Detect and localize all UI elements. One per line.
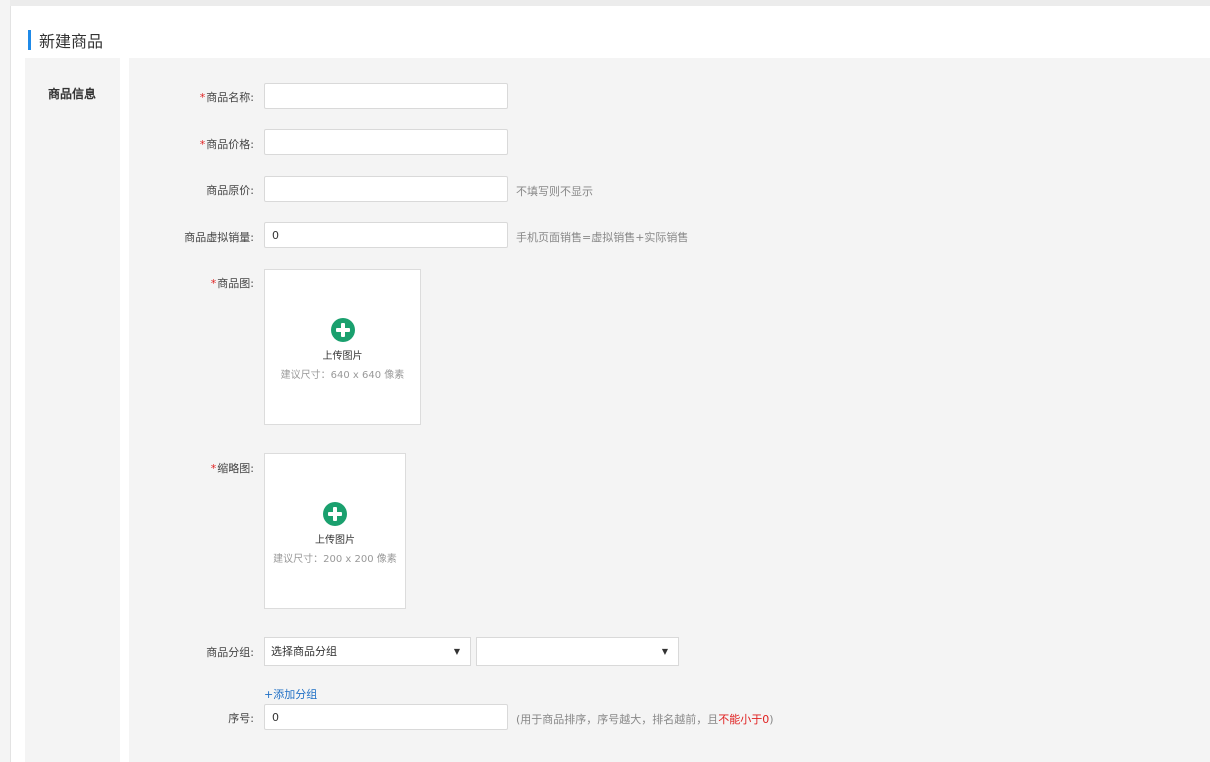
required-marker: * <box>199 91 206 104</box>
chevron-down-icon: ▼ <box>661 647 668 656</box>
thumbnail-label: *缩略图: <box>129 460 254 476</box>
required-marker: * <box>199 138 206 151</box>
page-title: 新建商品 <box>39 32 104 51</box>
subgroup-select[interactable]: ▼ <box>476 637 679 666</box>
upload-text: 上传图片 <box>322 351 363 362</box>
upload-size-hint: 建议尺寸：640 x 640 像素 <box>280 370 405 381</box>
thumbnail-upload[interactable]: 上传图片 建议尺寸：200 x 200 像素 <box>264 453 406 609</box>
upload-text: 上传图片 <box>315 535 355 546</box>
original-price-hint: 不填写则不显示 <box>516 185 593 198</box>
group-select-value: 选择商品分组 <box>271 645 337 658</box>
virtual-sales-input[interactable] <box>264 222 508 248</box>
product-name-input[interactable] <box>264 83 508 109</box>
add-circle-icon <box>323 502 347 526</box>
section-sidebar: 商品信息 <box>25 58 120 762</box>
price-label-text: 商品价格: <box>206 138 254 151</box>
upload-size-hint: 建议尺寸：200 x 200 像素 <box>273 554 397 565</box>
add-group-link[interactable]: +添加分组 <box>264 686 317 702</box>
virtual-sales-hint: 手机页面销售=虚拟销售+实际销售 <box>516 231 689 244</box>
required-marker: * <box>210 462 217 475</box>
image-label-text: 商品图: <box>217 277 254 290</box>
order-hint-prefix: (用于商品排序，序号越大，排名越前，且 <box>516 713 719 726</box>
product-price-input[interactable] <box>264 129 508 155</box>
group-select[interactable]: 选择商品分组 ▼ <box>264 637 471 666</box>
original-price-label: 商品原价: <box>206 184 254 197</box>
virtual-sales-label: 商品虚拟销量: <box>184 231 254 244</box>
product-form: *商品名称: *商品价格: 商品原价: 不填写则不显示 商品虚拟销量: 手机页面… <box>129 58 1210 762</box>
title-accent-bar <box>28 30 31 50</box>
order-hint: (用于商品排序，序号越大，排名越前，且不能小于0) <box>516 711 774 727</box>
group-label: 商品分组: <box>206 646 254 659</box>
original-price-input[interactable] <box>264 176 508 202</box>
thumbnail-label-text: 缩略图: <box>217 462 254 475</box>
order-hint-suffix: ) <box>769 713 774 726</box>
order-hint-warning: 不能小于0 <box>718 713 770 726</box>
order-input[interactable] <box>264 704 508 730</box>
add-circle-icon <box>330 318 355 342</box>
product-image-upload[interactable]: 上传图片 建议尺寸：640 x 640 像素 <box>264 269 421 425</box>
order-label: 序号: <box>228 712 254 725</box>
section-label: 商品信息 <box>48 87 97 101</box>
page-header: 新建商品 <box>11 6 1210 58</box>
chevron-down-icon: ▼ <box>453 647 460 656</box>
required-marker: * <box>210 277 217 290</box>
price-label: *商品价格: <box>129 136 254 152</box>
name-label-text: 商品名称: <box>206 91 254 104</box>
image-label: *商品图: <box>129 275 254 291</box>
name-label: *商品名称: <box>129 89 254 105</box>
page-panel: 新建商品 商品信息 *商品名称: *商品价格: 商品原价: 不填写则不显示 商品… <box>10 6 1210 762</box>
